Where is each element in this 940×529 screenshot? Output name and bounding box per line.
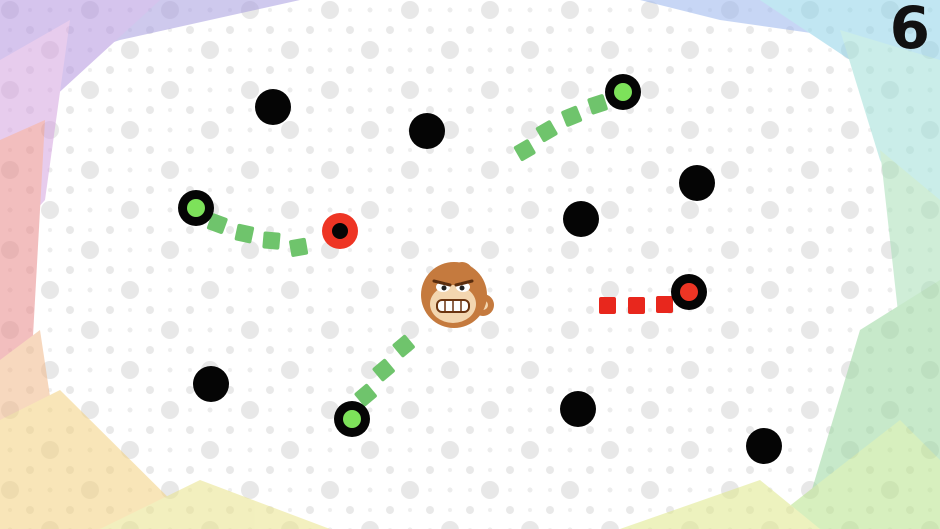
peg <box>679 165 715 201</box>
trail-segment <box>289 237 309 257</box>
peg <box>563 201 599 237</box>
red-ring-icon <box>322 213 358 249</box>
red-ring-icon <box>671 274 707 310</box>
trail-segment <box>262 231 281 250</box>
play-field <box>0 0 940 529</box>
game-board[interactable]: 6 <box>0 0 940 529</box>
green-ring-icon <box>605 74 641 110</box>
peg <box>255 89 291 125</box>
trail-segment <box>628 297 645 314</box>
peg <box>560 391 596 427</box>
red-trail <box>599 296 673 314</box>
peg <box>193 366 229 402</box>
trail-segment <box>234 223 255 244</box>
game-canvas <box>0 0 940 529</box>
green-ring-icon <box>178 190 214 226</box>
trail-segment <box>599 297 616 314</box>
peg <box>409 113 445 149</box>
score-counter: 6 <box>889 0 930 62</box>
trail-segment <box>656 296 673 313</box>
green-ring-icon <box>334 401 370 437</box>
peg <box>746 428 782 464</box>
